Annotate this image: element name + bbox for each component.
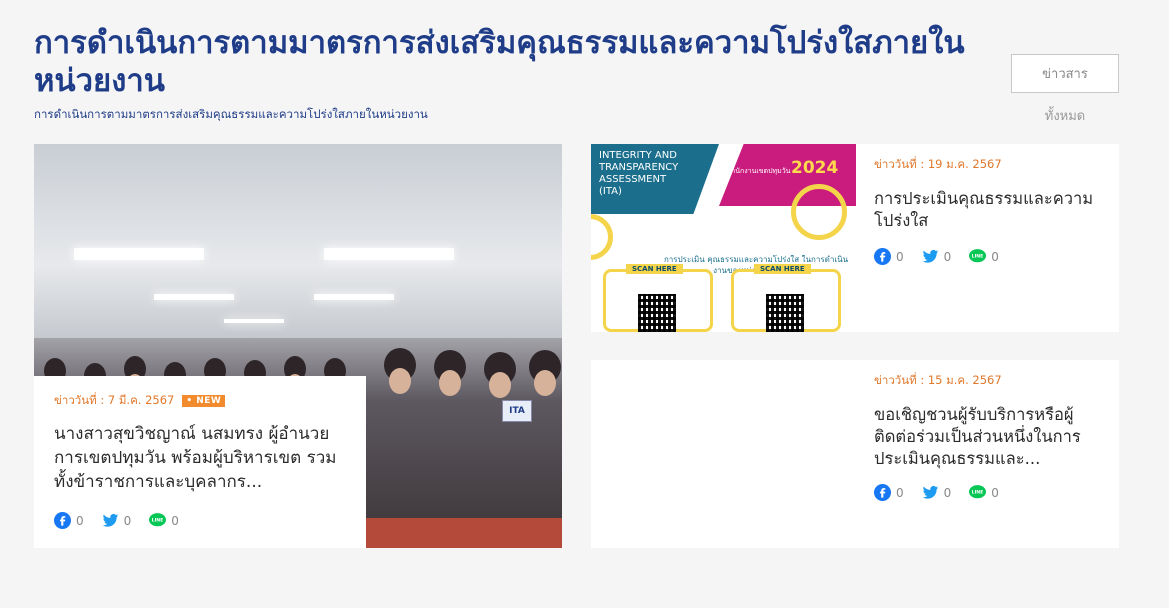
all-news-button[interactable]: ข่าวสาร — [1011, 54, 1119, 93]
news-thumbnail — [591, 360, 856, 548]
page-title: การดำเนินการตามมาตรการส่งเสริมคุณธรรมและ… — [34, 25, 965, 99]
news-card[interactable]: INTEGRITY AND TRANSPARENCY ASSESSMENT (I… — [591, 144, 1119, 332]
twitter-count: 0 — [943, 249, 952, 264]
all-news-button-label[interactable]: ทั้งหมด — [1011, 105, 1119, 126]
line-icon: LINE — [149, 512, 167, 529]
facebook-share[interactable]: 0 — [874, 484, 904, 501]
line-share[interactable]: LINE 0 — [969, 248, 999, 265]
line-count: 0 — [991, 485, 999, 500]
ita-poster-heading: INTEGRITY AND TRANSPARENCY ASSESSMENT (I… — [599, 150, 679, 197]
news-date: ข่าววันที่ : 19 ม.ค. 2567 — [874, 157, 1002, 171]
news-headline[interactable]: นางสาวสุขวิชญาณ์ นสมทรง ผู้อำนวยการเขตปท… — [54, 422, 346, 494]
ita-poster-small: สำนักงานเขตปทุมวัน — [727, 167, 791, 175]
facebook-share[interactable]: 0 — [874, 248, 904, 265]
svg-text:LINE: LINE — [972, 254, 984, 260]
facebook-icon — [54, 512, 71, 529]
news-headline[interactable]: การประเมินคุณธรรมและความโปร่งใส — [874, 188, 1104, 232]
twitter-icon — [922, 248, 939, 265]
page-subtitle: การดำเนินการตามมาตรการส่งเสริมคุณธรรมและ… — [34, 107, 428, 121]
facebook-count: 0 — [896, 249, 904, 264]
ita-poster-image: INTEGRITY AND TRANSPARENCY ASSESSMENT (I… — [591, 144, 856, 332]
news-date: ข่าววันที่ : 7 มี.ค. 2567 — [54, 393, 175, 407]
svg-text:LINE: LINE — [972, 490, 984, 496]
twitter-count: 0 — [123, 513, 132, 528]
twitter-share[interactable]: 0 — [922, 484, 952, 501]
twitter-icon — [102, 512, 119, 529]
featured-news-card[interactable]: ITA ข่าววันที่ : 7 มี.ค. 2567 • NEW นางส… — [34, 144, 562, 548]
new-badge: • NEW — [182, 395, 226, 407]
facebook-share[interactable]: 0 — [54, 512, 84, 529]
news-date: ข่าววันที่ : 15 ม.ค. 2567 — [874, 373, 1002, 387]
twitter-icon — [922, 484, 939, 501]
line-icon: LINE — [969, 248, 987, 265]
line-share[interactable]: LINE 0 — [969, 484, 999, 501]
qr-code — [638, 294, 676, 332]
twitter-share[interactable]: 0 — [102, 512, 132, 529]
news-headline[interactable]: ขอเชิญชวนผู้รับบริการหรือผู้ติดต่อร่วมเป… — [874, 404, 1104, 470]
svg-text:LINE: LINE — [152, 518, 164, 524]
facebook-count: 0 — [896, 485, 904, 500]
facebook-icon — [874, 484, 891, 501]
twitter-count: 0 — [943, 485, 952, 500]
facebook-count: 0 — [76, 513, 84, 528]
twitter-share[interactable]: 0 — [922, 248, 952, 265]
facebook-icon — [874, 248, 891, 265]
line-count: 0 — [991, 249, 999, 264]
line-count: 0 — [171, 513, 179, 528]
ita-poster-year: 2024 — [791, 158, 839, 178]
featured-news-caption: ข่าววันที่ : 7 มี.ค. 2567 • NEW นางสาวสุ… — [34, 376, 366, 548]
ita-sign: ITA — [502, 400, 532, 422]
line-icon: LINE — [969, 484, 987, 501]
news-card[interactable]: ข่าววันที่ : 15 ม.ค. 2567 ขอเชิญชวนผู้รั… — [591, 360, 1119, 548]
line-share[interactable]: LINE 0 — [149, 512, 179, 529]
qr-code — [766, 294, 804, 332]
